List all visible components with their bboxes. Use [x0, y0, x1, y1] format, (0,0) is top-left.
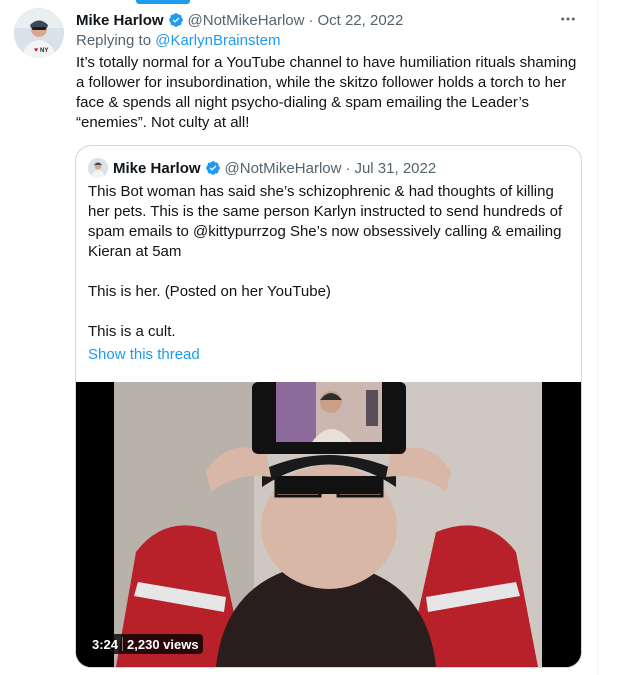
- separator-dot: ·: [308, 11, 314, 29]
- quote-separator-dot: ·: [345, 159, 351, 177]
- quote-avatar[interactable]: [88, 158, 108, 178]
- video-badge-divider: [122, 637, 124, 651]
- video-meta-badge: 3:24 2,230 views: [88, 634, 203, 654]
- verified-badge-icon[interactable]: [168, 12, 184, 28]
- video-duration: 3:24: [92, 636, 119, 652]
- quote-timestamp[interactable]: Jul 31, 2022: [354, 160, 436, 177]
- quoted-tweet[interactable]: Mike Harlow @NotMikeHarlow · Jul 31, 202…: [75, 145, 582, 668]
- video-views: 2,230 views: [127, 636, 199, 652]
- tweet-text: It’s totally normal for a YouTube channe…: [76, 54, 577, 131]
- show-thread-link[interactable]: Show this thread: [88, 346, 200, 363]
- more-horizontal-icon[interactable]: [557, 8, 579, 30]
- quote-header: Mike Harlow @NotMikeHarlow · Jul 31, 202…: [113, 158, 436, 178]
- quote-avatar-photo: [88, 158, 108, 178]
- tweet[interactable]: ♥ NY Mike Harlow @NotMikeHarlow · Oct 22…: [0, 0, 597, 675]
- quote-author-handle[interactable]: @NotMikeHarlow: [225, 160, 342, 177]
- timeline-right-border: [597, 0, 598, 675]
- quote-author-name[interactable]: Mike Harlow: [113, 160, 201, 177]
- quote-text: This Bot woman has said she’s schizophre…: [88, 183, 563, 340]
- video-player[interactable]: 3:24 2,230 views: [76, 382, 581, 667]
- author-handle[interactable]: @NotMikeHarlow: [188, 12, 305, 29]
- video-thumbnail: [76, 382, 581, 667]
- svg-text:NY: NY: [40, 48, 48, 54]
- svg-text:♥: ♥: [34, 47, 38, 54]
- avatar[interactable]: ♥ NY: [14, 8, 64, 58]
- replying-to-label: Replying to: [76, 32, 156, 49]
- avatar-photo: ♥ NY: [14, 8, 64, 58]
- author-name[interactable]: Mike Harlow: [76, 12, 164, 29]
- quote-verified-badge-icon[interactable]: [205, 160, 221, 176]
- tweet-timestamp[interactable]: Oct 22, 2022: [317, 12, 403, 29]
- replying-to: Replying to @KarlynBrainstem: [76, 32, 281, 49]
- replying-to-handle-link[interactable]: @KarlynBrainstem: [155, 32, 280, 49]
- tweet-header: Mike Harlow @NotMikeHarlow · Oct 22, 202…: [76, 9, 591, 31]
